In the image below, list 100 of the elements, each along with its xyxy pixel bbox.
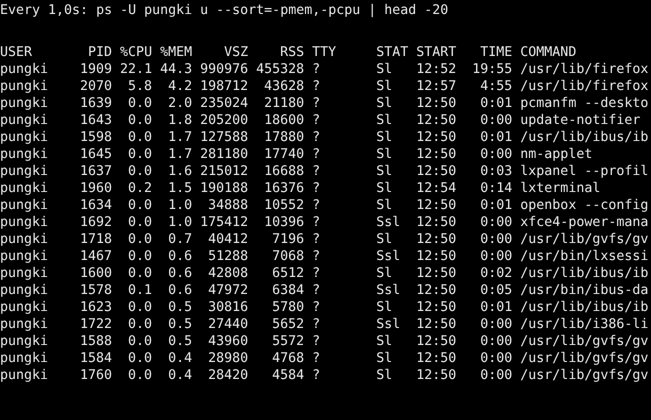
table-cell: 0.0	[128, 146, 152, 163]
table-cell: ?	[312, 299, 320, 316]
table-cell: 0:00	[480, 214, 512, 231]
table-cell: 0.0	[128, 350, 152, 367]
table-cell: 1.7	[168, 146, 192, 163]
table-cell: ?	[312, 180, 320, 197]
table-cell: 235024	[200, 95, 248, 112]
table-cell: 43628	[264, 78, 304, 95]
table-cell: Ssl	[376, 214, 400, 231]
table-cell: Sl	[376, 61, 392, 78]
table-cell: ?	[312, 95, 320, 112]
table-cell: 0:01	[480, 197, 512, 214]
table-cell: pungki	[0, 299, 48, 316]
table-cell: ?	[312, 265, 320, 282]
table-cell: ?	[312, 214, 320, 231]
table-cell: 0:00	[480, 367, 512, 384]
table-cell: 215012	[200, 163, 248, 180]
table-cell: ?	[312, 231, 320, 248]
table-cell: ?	[312, 333, 320, 350]
table-cell: 0:00	[480, 316, 512, 333]
column-header: %CPU	[120, 44, 152, 61]
table-cell: 10396	[264, 214, 304, 231]
table-cell: 16688	[264, 163, 304, 180]
table-cell: ?	[312, 248, 320, 265]
table-cell: 0.5	[168, 299, 192, 316]
table-cell: 6512	[272, 265, 304, 282]
table-cell: ?	[312, 163, 320, 180]
table-cell: 2070	[80, 78, 112, 95]
table-cell: 7196	[272, 231, 304, 248]
table-cell: 0:00	[480, 146, 512, 163]
table-cell: 1623	[80, 299, 112, 316]
table-cell: 0.0	[128, 367, 152, 384]
table-cell: Sl	[376, 112, 392, 129]
table-cell: 1960	[80, 180, 112, 197]
table-cell: Sl	[376, 367, 392, 384]
table-cell: 12:50	[416, 197, 456, 214]
table-cell: 21180	[264, 95, 304, 112]
table-cell: pungki	[0, 61, 48, 78]
table-cell: /usr/lib/gvfs/gv	[520, 333, 648, 350]
column-header: USER	[0, 44, 32, 61]
table-cell: pungki	[0, 231, 48, 248]
table-cell: 0:00	[480, 248, 512, 265]
column-header: RSS	[280, 44, 304, 61]
table-cell: pungki	[0, 163, 48, 180]
table-cell: 18600	[264, 112, 304, 129]
column-header: VSZ	[224, 44, 248, 61]
table-cell: 1467	[80, 248, 112, 265]
table-cell: Sl	[376, 350, 392, 367]
table-cell: 1.7	[168, 129, 192, 146]
table-cell: 12:50	[416, 95, 456, 112]
table-cell: lxpanel --profil	[520, 163, 648, 180]
table-cell: pungki	[0, 197, 48, 214]
table-cell: 0:01	[480, 129, 512, 146]
table-cell: 0:00	[480, 231, 512, 248]
table-cell: xfce4-power-mana	[520, 214, 648, 231]
table-cell: 0.6	[168, 282, 192, 299]
table-cell: 0:02	[480, 265, 512, 282]
table-cell: 190188	[200, 180, 248, 197]
table-cell: 4768	[272, 350, 304, 367]
table-cell: Sl	[376, 299, 392, 316]
table-cell: 17880	[264, 129, 304, 146]
table-cell: 1637	[80, 163, 112, 180]
table-cell: 0.0	[128, 333, 152, 350]
table-cell: 0.0	[128, 299, 152, 316]
table-cell: ?	[312, 112, 320, 129]
table-cell: 1639	[80, 95, 112, 112]
table-cell: 1584	[80, 350, 112, 367]
table-cell: 5572	[272, 333, 304, 350]
watch-command-line: Every 1,0s: ps -U pungki u --sort=-pmem,-pcpu | head -20	[0, 3, 448, 18]
table-cell: 12:50	[416, 146, 456, 163]
table-cell: 47972	[208, 282, 248, 299]
table-cell: /usr/bin/ibus-da	[520, 282, 648, 299]
table-cell: 1588	[80, 333, 112, 350]
table-cell: ?	[312, 350, 320, 367]
table-cell: pungki	[0, 95, 48, 112]
table-cell: 0.4	[168, 367, 192, 384]
table-cell: 28980	[208, 350, 248, 367]
table-cell: 1.6	[168, 163, 192, 180]
table-cell: pungki	[0, 112, 48, 129]
table-cell: 12:50	[416, 129, 456, 146]
table-cell: 0.0	[128, 95, 152, 112]
table-cell: 12:50	[416, 112, 456, 129]
table-cell: ?	[312, 367, 320, 384]
table-cell: 5780	[272, 299, 304, 316]
table-cell: 4:55	[480, 78, 512, 95]
table-cell: 0.0	[128, 163, 152, 180]
table-cell: pungki	[0, 350, 48, 367]
table-cell: 30816	[208, 299, 248, 316]
table-cell: pungki	[0, 282, 48, 299]
table-cell: 1645	[80, 146, 112, 163]
table-cell: Ssl	[376, 248, 400, 265]
table-cell: Sl	[376, 180, 392, 197]
table-cell: pungki	[0, 146, 48, 163]
table-cell: 1692	[80, 214, 112, 231]
table-cell: 0.7	[168, 231, 192, 248]
table-cell: 1718	[80, 231, 112, 248]
table-cell: Sl	[376, 265, 392, 282]
table-cell: pungki	[0, 180, 48, 197]
table-cell: nm-applet	[520, 146, 592, 163]
table-cell: 1578	[80, 282, 112, 299]
